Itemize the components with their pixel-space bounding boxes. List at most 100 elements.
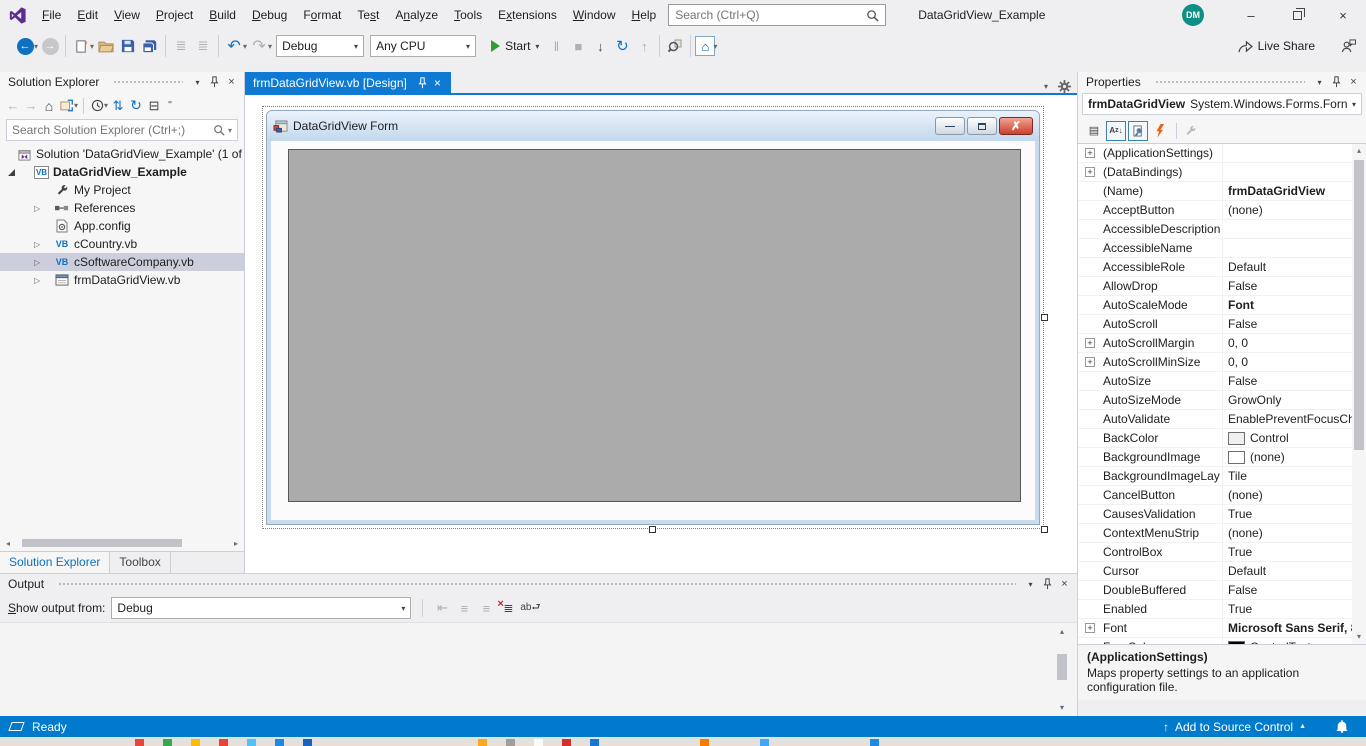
se-toolbar-overflow-icon[interactable]: ''	[163, 95, 177, 117]
quick-search-box[interactable]	[668, 4, 886, 26]
step-out-icon[interactable]: ↑	[633, 35, 655, 57]
tab-list-dropdown-icon[interactable]: ▾	[1044, 82, 1048, 91]
scroll-up-arrow[interactable]: ▴	[1357, 144, 1361, 158]
property-row-backcolor[interactable]: BackColorControl	[1078, 429, 1352, 448]
properties-view-icon[interactable]	[1128, 121, 1148, 141]
scroll-right-arrow[interactable]: ▸	[230, 539, 242, 548]
design-form[interactable]: DataGridView Form — ✗	[266, 110, 1040, 525]
pin-icon[interactable]	[1328, 74, 1345, 90]
property-row-autoscrollminsize[interactable]: +AutoScrollMinSize0, 0	[1078, 353, 1352, 372]
property-value[interactable]: Default	[1223, 562, 1352, 580]
redo-dropdown[interactable]: ▾	[268, 42, 272, 51]
start-debugging-button[interactable]: Start ▾	[485, 34, 545, 58]
add-to-source-control-button[interactable]: Add to Source Control	[1175, 720, 1293, 734]
find-in-files-icon[interactable]	[664, 35, 686, 57]
new-project-dropdown[interactable]: ▾	[90, 42, 94, 51]
taskbar-app-icon[interactable]	[534, 739, 543, 746]
se-forward-icon[interactable]: →	[22, 95, 40, 117]
tree-item-frmdatagridview-vb[interactable]: ▷frmDataGridView.vb	[0, 271, 244, 289]
tab-pin-icon[interactable]	[415, 75, 430, 90]
taskbar-app-icon[interactable]	[163, 739, 172, 746]
property-row-doublebuffered[interactable]: DoubleBufferedFalse	[1078, 581, 1352, 600]
property-value[interactable]: Microsoft Sans Serif, 8.	[1223, 619, 1352, 637]
property-value[interactable]: Font	[1223, 296, 1352, 314]
menu-extensions[interactable]: Extensions	[490, 0, 565, 30]
window-position-dropdown-icon[interactable]: ▾	[189, 74, 206, 90]
live-share-button[interactable]: Live Share	[1238, 39, 1315, 53]
navigate-backward-dropdown[interactable]: ▾	[34, 42, 38, 51]
property-value[interactable]: False	[1223, 581, 1352, 599]
user-avatar[interactable]: DM	[1182, 4, 1204, 26]
expander-icon[interactable]: ▷	[34, 276, 54, 285]
save-all-icon[interactable]	[139, 35, 161, 57]
menu-project[interactable]: Project	[148, 0, 201, 30]
form-close-button[interactable]: ✗	[999, 117, 1033, 135]
tree-item-datagridview-example[interactable]: VBDataGridView_Example	[0, 163, 244, 181]
navigate-backward-icon[interactable]: ←	[14, 35, 36, 57]
property-pages-icon[interactable]	[1181, 121, 1201, 141]
taskbar-app-icon[interactable]	[303, 739, 312, 746]
property-row-font[interactable]: +FontMicrosoft Sans Serif, 8.	[1078, 619, 1352, 638]
property-row-autoscrollmargin[interactable]: +AutoScrollMargin0, 0	[1078, 334, 1352, 353]
tree-item-ccountry-vb[interactable]: ▷VBcCountry.vb	[0, 235, 244, 253]
taskbar-app-icon[interactable]	[247, 739, 256, 746]
property-row-accessiblerole[interactable]: AccessibleRoleDefault	[1078, 258, 1352, 277]
tree-item-my-project[interactable]: My Project	[0, 181, 244, 199]
pin-icon[interactable]	[1039, 576, 1056, 592]
taskbar-app-icon[interactable]	[506, 739, 515, 746]
editor-options-gear-icon[interactable]	[1058, 80, 1071, 93]
taskbar-app-icon[interactable]	[191, 739, 200, 746]
tree-item-references[interactable]: ▷References	[0, 199, 244, 217]
properties-vertical-scrollbar[interactable]: ▴ ▾	[1352, 144, 1366, 644]
window-position-dropdown-icon[interactable]: ▾	[1022, 576, 1039, 592]
object-selector[interactable]: frmDataGridView System.Windows.Forms.For…	[1082, 93, 1362, 115]
taskbar-app-icon[interactable]	[135, 739, 144, 746]
stop-icon[interactable]: ■	[567, 35, 589, 57]
scroll-down-arrow[interactable]: ▾	[1357, 630, 1361, 644]
quick-search-input[interactable]	[675, 8, 866, 22]
property-row-enabled[interactable]: EnabledTrue	[1078, 600, 1352, 619]
menu-format[interactable]: Format	[295, 0, 349, 30]
undo-icon[interactable]: ↶	[223, 35, 245, 57]
scrollbar-thumb[interactable]	[22, 539, 182, 547]
events-icon[interactable]	[1150, 121, 1170, 141]
show-next-statement-icon[interactable]: ↓	[589, 35, 611, 57]
datagridview-control[interactable]	[288, 149, 1021, 502]
pause-icon[interactable]: ‖	[545, 35, 567, 57]
tree-item-app-config[interactable]: App.config	[0, 217, 244, 235]
property-value[interactable]: True	[1223, 543, 1352, 561]
notifications-bell-icon[interactable]	[1336, 720, 1348, 733]
previous-message-icon[interactable]: ≡	[453, 597, 475, 619]
property-row-databindings[interactable]: +(DataBindings)	[1078, 163, 1352, 182]
designer-canvas[interactable]: DataGridView Form — ✗	[245, 95, 1077, 573]
property-value[interactable]: (none)	[1223, 524, 1352, 542]
tree-item-csoftwarecompany-vb[interactable]: ▷VBcSoftwareCompany.vb	[0, 253, 244, 271]
menu-tools[interactable]: Tools	[446, 0, 490, 30]
form-minimize-button[interactable]: —	[935, 117, 965, 135]
solution-explorer-search-input[interactable]	[12, 123, 213, 137]
scroll-up-arrow[interactable]: ▴	[1060, 627, 1064, 636]
menu-file[interactable]: File	[34, 0, 69, 30]
navigate-forward-icon[interactable]: →	[39, 35, 61, 57]
property-row-backgroundimage[interactable]: BackgroundImage(none)	[1078, 448, 1352, 467]
output-content[interactable]: ▴ ▾	[0, 622, 1077, 716]
tool-tab-toolbox[interactable]: Toolbox	[110, 552, 170, 573]
resize-handle-right[interactable]	[1041, 314, 1048, 321]
property-row-acceptbutton[interactable]: AcceptButton(none)	[1078, 201, 1352, 220]
solution-platform-select[interactable]: Any CPU▾	[370, 35, 476, 57]
menu-test[interactable]: Test	[349, 0, 387, 30]
uncomment-lines-icon[interactable]: ≣	[192, 35, 214, 57]
property-row-applicationsettings[interactable]: +(ApplicationSettings)	[1078, 144, 1352, 163]
expand-plus-icon[interactable]: +	[1085, 623, 1095, 633]
expander-icon[interactable]: ▷	[34, 204, 54, 213]
property-row-contextmenustrip[interactable]: ContextMenuStrip(none)	[1078, 524, 1352, 543]
filter-dropdown[interactable]: ▾	[104, 101, 108, 110]
close-icon[interactable]: ×	[1056, 576, 1073, 592]
alphabetical-icon[interactable]: Az↓	[1106, 121, 1126, 141]
output-vertical-scrollbar[interactable]: ▴ ▾	[1055, 627, 1069, 712]
design-form-titlebar[interactable]: DataGridView Form — ✗	[267, 111, 1039, 141]
property-row-backgroundimagelay[interactable]: BackgroundImageLayTile	[1078, 467, 1352, 486]
property-value[interactable]: 0, 0	[1223, 353, 1352, 371]
taskbar-app-icon[interactable]	[700, 739, 709, 746]
property-value[interactable]: 0, 0	[1223, 334, 1352, 352]
